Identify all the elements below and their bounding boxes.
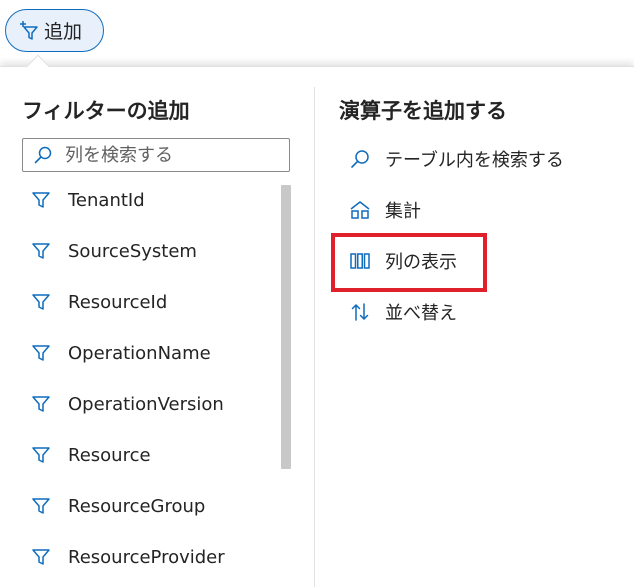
column-search-input[interactable] bbox=[65, 144, 285, 166]
column-item-resource[interactable]: Resource bbox=[30, 440, 275, 470]
column-item-label: ResourceGroup bbox=[68, 495, 206, 517]
search-in-table-button[interactable]: テーブル内を検索する bbox=[349, 144, 564, 174]
column-item-label: ResourceId bbox=[68, 291, 168, 313]
column-item-label: SourceSystem bbox=[68, 240, 197, 262]
column-item-tenantid[interactable]: TenantId bbox=[30, 185, 275, 215]
sort-label: 並べ替え bbox=[385, 303, 457, 324]
aggregate-button[interactable]: 集計 bbox=[349, 195, 421, 225]
column-item-resourcegroup[interactable]: ResourceGroup bbox=[30, 491, 275, 521]
filter-icon bbox=[30, 240, 52, 262]
column-item-label: OperationName bbox=[68, 342, 211, 364]
filter-icon bbox=[30, 342, 52, 364]
column-item-operationname[interactable]: OperationName bbox=[30, 338, 275, 368]
column-item-label: TenantId bbox=[68, 189, 145, 211]
search-in-table-label: テーブル内を検索する bbox=[385, 150, 564, 171]
column-search-box[interactable] bbox=[22, 138, 290, 172]
add-filter-button[interactable]: 追加 bbox=[5, 9, 104, 52]
aggregate-icon bbox=[349, 199, 371, 221]
filter-icon bbox=[30, 291, 52, 313]
operator-section-title: 演算子を追加する bbox=[339, 99, 507, 123]
column-item-label: ResourceProvider bbox=[68, 546, 225, 568]
filter-add-icon bbox=[18, 20, 40, 42]
column-item-label: OperationVersion bbox=[68, 393, 224, 415]
filter-section-title: フィルターの追加 bbox=[22, 99, 190, 123]
column-item-sourcesystem[interactable]: SourceSystem bbox=[30, 236, 275, 266]
add-filter-label: 追加 bbox=[44, 21, 83, 43]
filter-icon bbox=[30, 495, 52, 517]
highlight-box bbox=[331, 233, 487, 292]
filter-icon bbox=[30, 444, 52, 466]
column-list-scrollbar[interactable] bbox=[281, 185, 291, 469]
operator-section: 演算子を追加する テーブル内を検索する 集計 列の表示 並べ替え bbox=[315, 67, 634, 587]
column-item-label: Resource bbox=[68, 444, 151, 466]
search-icon bbox=[349, 148, 371, 170]
filter-icon bbox=[30, 393, 52, 415]
add-popover-panel: フィルターの追加 TenantId SourceSystem Resou bbox=[0, 66, 634, 587]
filter-icon bbox=[30, 189, 52, 211]
top-bar: 追加 bbox=[0, 0, 634, 68]
column-item-resourceid[interactable]: ResourceId bbox=[30, 287, 275, 317]
sort-icon bbox=[349, 301, 371, 323]
filter-icon bbox=[30, 546, 52, 568]
filter-section: フィルターの追加 TenantId SourceSystem Resou bbox=[0, 67, 314, 587]
sort-button[interactable]: 並べ替え bbox=[349, 297, 457, 327]
column-item-operationversion[interactable]: OperationVersion bbox=[30, 389, 275, 419]
aggregate-label: 集計 bbox=[385, 201, 421, 222]
column-item-resourceprovider[interactable]: ResourceProvider bbox=[30, 542, 275, 572]
search-icon bbox=[33, 145, 53, 165]
